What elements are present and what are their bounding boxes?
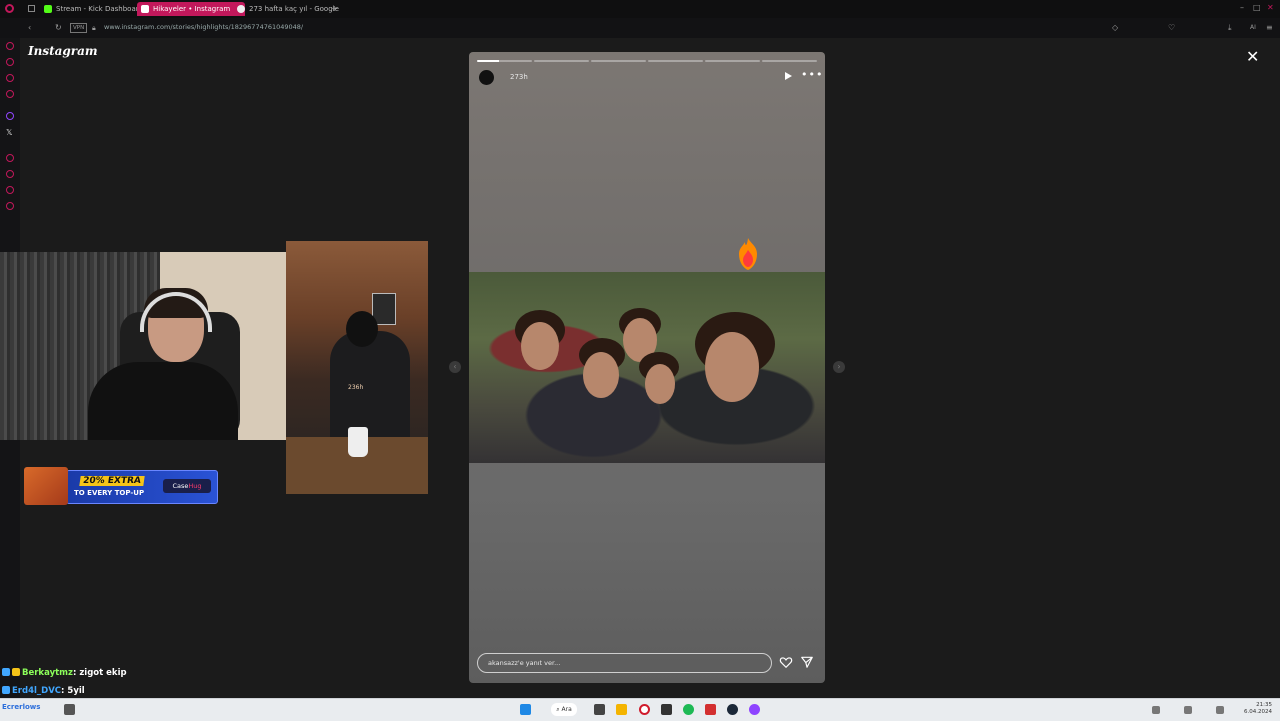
tab-bar-icon[interactable] [28,5,35,12]
taskbar-search-label: Ara [561,706,572,713]
chat-badge-icon [2,668,10,676]
sidebar-app-icon[interactable] [6,90,14,98]
instagram-logo[interactable]: Instagram [28,44,98,58]
chat-message: Berkaytmz: zigot ekip [2,668,127,678]
instagram-icon [141,5,149,13]
maximize-icon[interactable]: □ [1253,3,1261,13]
opera-logo-icon[interactable] [5,4,14,13]
progress-segment [762,60,817,62]
new-tab-icon[interactable]: + [331,4,338,14]
spotify-icon[interactable] [683,704,694,715]
kick-icon [44,5,52,13]
sidebar-app-icon[interactable] [6,186,14,194]
messenger-icon[interactable] [749,704,760,715]
vpn-badge[interactable]: VPN [70,23,88,33]
browser-titlebar: Stream - Kick Dashboard Hikayeler • Inst… [0,0,1280,18]
next-story-icon[interactable]: › [833,361,845,373]
taskbar-user-label: Ecrerlows [2,703,41,711]
tab-label: 273 hafta kaç yıl - Google [249,5,339,13]
progress-segment [591,60,646,62]
tab-label: Hikayeler • Instagram [153,5,231,13]
sidebar-app-icon[interactable] [6,170,14,178]
sponsor-logo: CaseHug [163,479,211,493]
ad-headline: 20% EXTRA [79,476,145,486]
progress-segment [648,60,703,62]
chat-username: Berkaytmz [22,668,73,678]
minimize-icon[interactable]: – [1240,3,1244,13]
menu-icon[interactable]: ≡ [1266,23,1273,33]
windows-taskbar: Ecrerlows ⌕ Ara 21:35 6.04.2024 [0,698,1280,721]
chat-badge-icon [2,686,10,694]
volume-icon[interactable] [1184,706,1192,714]
sidebar-app-icon[interactable] [6,58,14,66]
task-view-icon[interactable] [594,704,605,715]
windows-start-icon[interactable] [520,704,531,715]
story-time-ago: 273h [510,73,528,81]
back-icon[interactable]: ‹ [28,23,31,33]
google-icon [237,5,245,13]
chat-username: Erd4l_DVC [12,686,62,696]
network-icon[interactable] [1152,706,1160,714]
progress-segment [477,60,532,62]
story-reply-input[interactable] [477,653,772,673]
battery-icon[interactable] [1216,706,1224,714]
fire-heart-sticker [739,238,757,270]
tab-google-search[interactable]: 273 hafta kaç yıl - Google [233,2,341,16]
taskbar-clock[interactable]: 21:35 6.04.2024 [1244,702,1272,716]
clock-date: 6.04.2024 [1244,709,1272,715]
story-frame[interactable]: 273h ••• [469,52,825,683]
app-icon[interactable] [705,704,716,715]
chat-message: Erd4l_DVC: 5yil [2,686,85,696]
clock-time: 21:35 [1256,702,1272,708]
opera-icon[interactable] [639,704,650,715]
sidebar-app-icon[interactable] [6,202,14,210]
profile-label[interactable]: AI [1250,23,1256,33]
close-story-icon[interactable]: ✕ [1246,47,1259,66]
download-icon[interactable]: ⤓ [1228,23,1232,33]
lock-icon: 🔒︎ [92,24,96,32]
send-share-icon[interactable] [800,655,814,669]
close-window-icon[interactable]: ✕ [1267,3,1274,13]
sponsor-logo-b: Hug [188,482,202,490]
cam-overlay-label: 236h [348,384,364,391]
twitch-icon[interactable] [6,112,14,120]
taskbar-search[interactable]: ⌕ Ara [551,703,577,716]
chat-text: : 5yil [61,686,85,696]
bookmark-icon[interactable]: ◇ [1112,23,1118,33]
file-explorer-icon[interactable] [616,704,627,715]
heart-icon[interactable]: ♡ [1168,23,1175,33]
ad-subline: TO EVERY TOP-UP [74,489,145,497]
tab-kick-dashboard[interactable]: Stream - Kick Dashboard [40,2,148,16]
avatar[interactable] [479,70,494,85]
reload-icon[interactable]: ↻ [55,23,62,33]
tab-instagram-stories[interactable]: Hikayeler • Instagram [137,2,245,16]
story-photo [469,272,825,463]
play-icon[interactable] [785,72,792,80]
user-avatar-icon[interactable] [64,704,75,715]
address-bar: ‹ ↻ VPN 🔒︎ www.instagram.com/stories/hig… [0,18,1280,39]
tab-label: Stream - Kick Dashboard [56,5,143,13]
x-twitter-icon[interactable]: 𝕏 [6,128,12,137]
sidebar-app-icon[interactable] [6,74,14,82]
progress-segment [534,60,589,62]
sponsor-logo-a: Case [172,482,189,490]
steam-icon[interactable] [727,704,738,715]
more-options-icon[interactable]: ••• [801,68,823,81]
like-heart-icon[interactable] [779,655,793,669]
chat-text: : zigot ekip [72,668,127,678]
secondary-webcam: 236h [286,241,428,494]
sidebar-app-icon[interactable] [6,154,14,162]
chat-badge-icon [12,668,20,676]
sidebar-app-icon[interactable] [6,42,14,50]
progress-segment [705,60,760,62]
crate-icon [24,467,68,505]
app-icon[interactable] [661,704,672,715]
previous-story-icon[interactable]: ‹ [449,361,461,373]
url-field[interactable]: www.instagram.com/stories/highlights/182… [104,23,303,31]
